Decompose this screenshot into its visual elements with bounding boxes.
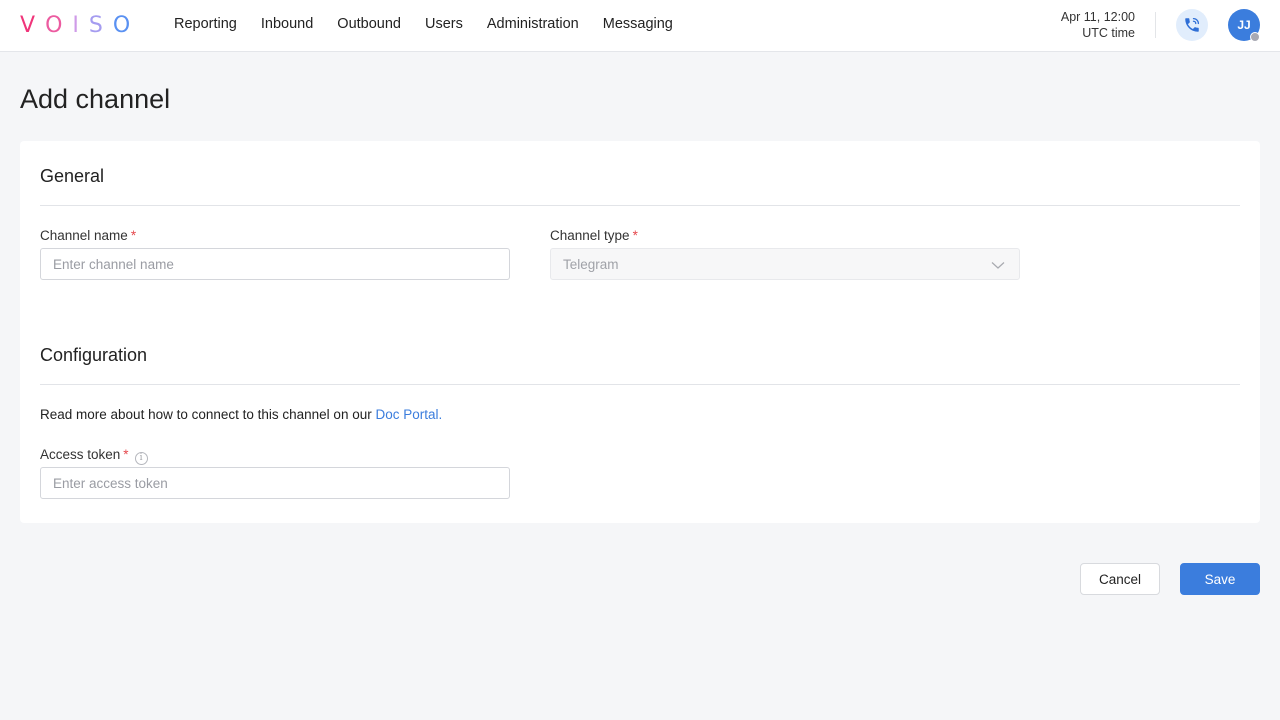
logo-letter: V [20,12,46,38]
avatar-status-indicator [1250,32,1260,42]
info-icon[interactable]: i [134,451,148,465]
access-token-label-text: Access token [40,447,121,462]
clock-timezone: UTC time [1082,26,1135,40]
channel-type-value: Telegram [563,256,619,272]
chevron-down-icon [991,262,1005,269]
channel-name-input[interactable] [40,248,510,280]
access-token-label: Access token * i [40,447,148,465]
logo-letter: S [88,12,113,38]
configuration-help-text: Read more about how to connect to this c… [40,407,442,422]
main-nav: Reporting Inbound Outbound Users Adminis… [174,0,673,48]
softphone-button[interactable] [1176,9,1208,41]
channel-type-label-text: Channel type [550,228,630,243]
required-marker: * [130,228,137,243]
page-title: Add channel [20,84,171,114]
required-marker: * [123,447,129,462]
clock-date: Apr 11, 12:00 [1060,10,1135,24]
phone-ringing-icon [1185,17,1200,32]
nav-item-administration[interactable]: Administration [487,16,579,32]
access-token-input[interactable] [40,467,510,499]
nav-item-outbound[interactable]: Outbound [337,16,401,32]
clock: Apr 11, 12:00 UTC time [1061,9,1135,41]
logo-letter: O [45,12,73,38]
top-navigation-bar: V O I S O Reporting Inbound Outbound Use… [0,0,1280,52]
logo-letter: O [112,12,141,38]
channel-type-label: Channel type * [550,228,638,243]
help-text: Read more about how to connect to this c… [40,407,376,422]
logo-letter: I [72,12,89,38]
voiso-logo[interactable]: V O I S O [20,12,140,38]
nav-item-reporting[interactable]: Reporting [174,16,237,32]
save-button[interactable]: Save [1180,563,1260,595]
required-marker: * [632,228,638,243]
nav-item-messaging[interactable]: Messaging [603,16,673,32]
configuration-section-title: Configuration [40,345,148,365]
nav-item-users[interactable]: Users [425,16,463,32]
channel-name-label: Channel name * [40,228,136,243]
nav-item-inbound[interactable]: Inbound [261,16,313,32]
section-divider [40,384,1240,385]
header-divider [1155,12,1156,38]
section-divider [40,205,1240,206]
channel-form-card: General Channel name* Channel type* Tele… [20,141,1260,523]
general-section-title: General [40,166,105,186]
doc-portal-link[interactable]: Doc Portal. [375,407,442,422]
channel-type-select[interactable]: Telegram [550,248,1020,280]
channel-name-label-text: Channel name [40,228,128,243]
cancel-button[interactable]: Cancel [1080,563,1160,595]
